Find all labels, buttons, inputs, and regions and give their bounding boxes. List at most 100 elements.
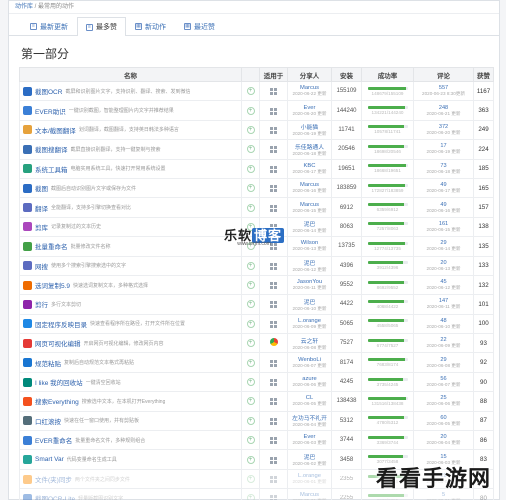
install-cell: + xyxy=(241,313,260,335)
tab-3[interactable]: ▦ 最近赞 xyxy=(175,17,224,35)
likes-cell: 157 xyxy=(473,197,494,218)
tab-2[interactable]: ▦ 新动作 xyxy=(126,17,175,35)
action-title-link[interactable]: 文本/截图翻译 xyxy=(35,125,76,135)
add-action-button[interactable]: + xyxy=(246,125,255,134)
action-title-link[interactable]: 文件(夹)同步 xyxy=(35,474,72,484)
install-cell: + xyxy=(241,410,260,432)
table-row[interactable]: 搜索Everything 搜索选中文本，在本机打开Everything + CL 202… xyxy=(19,391,494,412)
table-row[interactable]: 网页可视化编辑 开启网页可视化编辑，修改网页内容 + 云之轩 2020-06-08 更新… xyxy=(19,333,494,354)
success-rate-fill xyxy=(367,125,404,129)
add-action-button[interactable]: + xyxy=(246,475,255,483)
sharer-name[interactable]: 泥巴 xyxy=(289,452,331,461)
table-row[interactable]: 截图搜翻译 截屏直接识别翻译，支持一键复制与搜索 + 乐佳路通人 2020-06-18 … xyxy=(19,139,494,160)
add-action-button[interactable]: + xyxy=(246,203,255,212)
action-title-link[interactable]: 截图OCR-Lite xyxy=(35,493,75,500)
add-action-button[interactable]: + xyxy=(246,358,255,367)
sharer-name[interactable]: 乐佳路通人 xyxy=(289,142,331,151)
action-title-link[interactable]: 搜索Everything xyxy=(35,396,79,406)
sharer-name[interactable]: 左功马不礼开 xyxy=(289,413,331,422)
table-row[interactable]: 剪行 多行文本剪切 + 泥巴 2020-06-10 更新 4422 4068/4422 147… xyxy=(19,294,494,315)
action-title-link[interactable]: 网页可视化编辑 xyxy=(35,338,81,348)
watermark-center: 乐软 博客 www.lerjhf.com xyxy=(224,228,285,247)
like-count: 93 xyxy=(480,339,487,347)
action-title-link[interactable]: 翻译 xyxy=(35,203,48,213)
action-description: 批量修改文件名称 xyxy=(70,243,111,250)
add-action-button[interactable]: + xyxy=(246,281,255,290)
action-description: 截图后自动识别图片文字或保存为文件 xyxy=(51,185,137,192)
table-row[interactable]: 文本/截图翻译 划词翻译，截图翻译，支持英日韩法多种语言 + 小能猫 2020-06-1… xyxy=(19,119,494,141)
action-title-link[interactable]: 口红滚按 xyxy=(35,416,61,426)
sharer-date: 2020-06-15 更新 xyxy=(292,207,327,213)
add-action-button[interactable]: + xyxy=(246,106,255,115)
action-title-link[interactable]: 固定程序反映目录 xyxy=(35,319,87,329)
windows-icon xyxy=(270,88,277,96)
table-row[interactable]: 选词复制5.9 快速选词复制文本，多种格式选择 + JasonYou 2020-06-1… xyxy=(19,274,494,296)
table-row[interactable]: 截图 截图后自动识别图片文字或保存为文件 + Marcus 2020-06-16 更新 1… xyxy=(19,177,494,199)
sharer-name[interactable]: 泥巴 xyxy=(289,258,331,267)
windows-icon xyxy=(270,398,277,406)
breadcrumb-root[interactable]: 动作库 xyxy=(15,4,33,10)
add-action-button[interactable]: + xyxy=(246,416,255,425)
add-action-button[interactable]: + xyxy=(246,300,255,309)
add-action-button[interactable]: + xyxy=(246,164,255,173)
install-cell: + xyxy=(241,139,260,160)
action-title-link[interactable]: 剪行 xyxy=(35,299,48,309)
action-title-link[interactable]: Smart Var xyxy=(35,456,64,463)
table-row[interactable]: 系统工具箱 电脑实用系统工具，快速打开常用系统设置 + KBC 2020-06-17 更… xyxy=(19,158,494,179)
add-action-button[interactable]: + xyxy=(246,397,255,406)
add-action-button[interactable]: + xyxy=(246,339,255,348)
action-title-link[interactable]: 系统工具箱 xyxy=(35,164,68,174)
table-row[interactable]: EVER重命名 批量重命名文件，多种规则组合 + Ever 2020-06-03 更新 3… xyxy=(19,430,494,451)
table-row[interactable]: I like 我的回收站 一键清空回收站 + azure 2020-06-06 更新 42… xyxy=(19,371,494,393)
success-count: 18668/19651 xyxy=(374,168,401,174)
action-title-link[interactable]: 批量重命名 xyxy=(35,241,68,251)
windows-icon xyxy=(270,379,277,387)
app-icon xyxy=(23,203,32,213)
add-action-button[interactable]: + xyxy=(246,378,255,387)
success-rate-bar xyxy=(367,261,408,265)
success-rate-bar xyxy=(367,493,408,497)
sharer-name[interactable]: 泥巴 xyxy=(289,297,331,306)
action-title-link[interactable]: 截图搜翻译 xyxy=(35,144,68,154)
add-action-button[interactable]: + xyxy=(246,494,255,500)
action-title-link[interactable]: EVER助识 xyxy=(35,106,66,116)
table-row[interactable]: 网搜 使用多个搜索引擎搜索选中的文字 + 泥巴 2020-06-12 更新 4396 391… xyxy=(19,255,494,276)
name-cell: 网搜 使用多个搜索引擎搜索选中的文字 xyxy=(19,255,242,276)
tab-1[interactable]: ≡ 最多赞 xyxy=(77,17,126,36)
table-row[interactable]: 规范粘贴 复制后自动规范文本格式再粘贴 + WenboLi 2020-06-07 更新 8… xyxy=(19,352,494,373)
add-action-button[interactable]: + xyxy=(246,455,255,464)
likes-cell: 86 xyxy=(473,430,494,451)
success-cell: 4558/5065 xyxy=(361,313,414,335)
add-action-button[interactable]: + xyxy=(246,436,255,445)
action-title-link[interactable]: 规范粘贴 xyxy=(35,358,61,368)
success-rate-bar xyxy=(367,203,408,207)
table-row[interactable]: 口红滚按 快速在任一窗口使用，并有剪贴板 + 左功马不礼开 2020-06-04 更新 5… xyxy=(19,410,494,432)
action-title-link[interactable]: 剪库 xyxy=(35,222,48,232)
add-action-button[interactable]: + xyxy=(246,184,255,193)
like-count: 1167 xyxy=(476,87,491,95)
platform-cell xyxy=(259,197,288,218)
action-title-link[interactable]: 截图 xyxy=(35,183,48,193)
add-action-button[interactable]: + xyxy=(246,145,255,154)
likes-cell: 224 xyxy=(473,139,494,160)
like-count: 135 xyxy=(478,242,489,250)
install-cell: + xyxy=(241,80,260,102)
action-description: 划词翻译，截图翻译，支持英日韩法多种语言 xyxy=(78,127,179,134)
add-action-button[interactable]: + xyxy=(246,261,255,270)
table-row[interactable]: EVER助识 一键识别截图，智能整理图片内文字并推荐结果 + Ever 2020-06-… xyxy=(19,100,494,121)
action-title-link[interactable]: 网搜 xyxy=(35,261,48,271)
success-rate-bar xyxy=(367,299,408,303)
action-title-link[interactable]: 选词复制5.9 xyxy=(35,280,70,290)
tab-0[interactable]: ≡ 最新更新 xyxy=(21,17,77,35)
table-row[interactable]: 截图OCR 截屏和识别图片文字，支持识别、翻译、搜索、发到微信 + Marcus 202… xyxy=(19,80,494,102)
action-title-link[interactable]: I like 我的回收站 xyxy=(35,377,83,387)
add-action-button[interactable]: + xyxy=(246,87,255,96)
sharer-name[interactable]: 云之轩 xyxy=(289,336,331,345)
table-row[interactable]: 翻译 全能翻译，支持多引擎切换查看对比 + Marcus 2020-06-15 更新 69… xyxy=(19,197,494,218)
installs-cell: 8063 xyxy=(331,216,362,238)
table-row[interactable]: 固定程序反映目录 快速查看程序所在路径，打开文件所在位置 + L.orange 2020… xyxy=(19,313,494,335)
name-cell: 批量重命名 批量修改文件名称 xyxy=(19,236,242,257)
action-title-link[interactable]: EVER重命名 xyxy=(35,435,72,445)
action-title-link[interactable]: 截图OCR xyxy=(35,86,62,96)
add-action-button[interactable]: + xyxy=(246,319,255,328)
